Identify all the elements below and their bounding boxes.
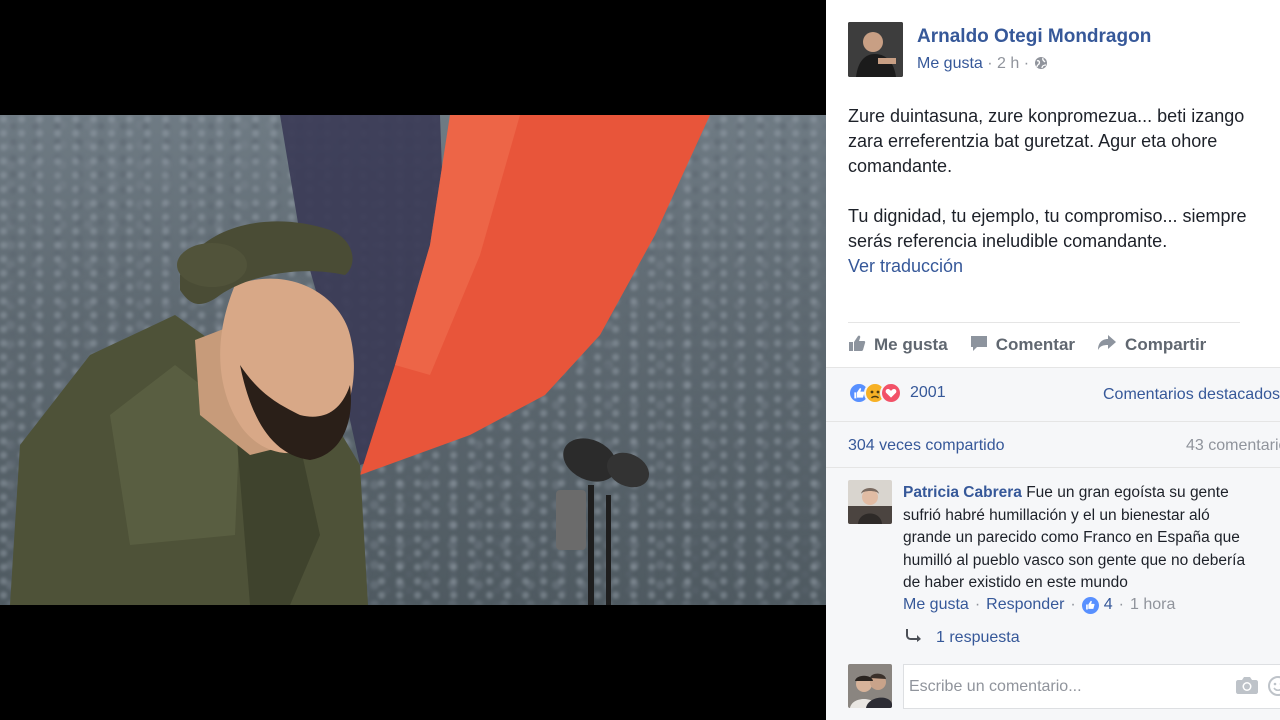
like-reaction-icon <box>1081 596 1099 614</box>
post-text-line: zara erreferentzia bat guretzat. Agur et… <box>848 131 1218 151</box>
comment-composer <box>848 664 1280 712</box>
reactions-summary[interactable]: 2001 <box>848 382 946 404</box>
comment-line: humilló al pueblo vasco son gente que no… <box>903 551 1246 569</box>
camera-icon[interactable] <box>1236 676 1258 699</box>
comment-line: grande un parecido como Franco en España… <box>903 529 1240 546</box>
reaction-count: 2001 <box>910 384 946 401</box>
divider <box>848 322 1240 323</box>
microphone-shape <box>556 438 650 605</box>
top-comments-dropdown[interactable]: Comentarios destacados <box>1103 386 1280 404</box>
comment-reply-link[interactable]: Responder <box>986 596 1064 614</box>
photo-viewer <box>0 0 826 720</box>
post-text-line: comandante. <box>848 156 953 176</box>
commenter-avatar[interactable] <box>848 480 892 524</box>
thumbs-up-icon <box>848 334 866 357</box>
post-text-line: serás referencia ineludible comandante. <box>848 231 1168 251</box>
like-button[interactable]: Me gusta <box>848 333 948 357</box>
post-text-line: Tu dignidad, tu ejemplo, tu compromiso..… <box>848 206 1247 226</box>
viewer-avatar <box>848 664 892 708</box>
globe-icon <box>1034 56 1048 75</box>
share-arrow-icon <box>1097 334 1117 357</box>
page-like-link[interactable]: Me gusta <box>917 55 983 72</box>
author-name[interactable]: Arnaldo Otegi Mondragon <box>917 26 1151 48</box>
comment-input[interactable] <box>903 664 1280 709</box>
post-panel: Arnaldo Otegi Mondragon Me gusta · 2 h ·… <box>826 0 1280 720</box>
see-translation-link[interactable]: Ver traducción <box>848 254 1280 279</box>
post-actions-bar: Me gusta Comentar Compartir <box>848 333 1206 357</box>
meta-separator-2: · <box>1019 55 1034 72</box>
comment-time[interactable]: 1 hora <box>1130 596 1175 614</box>
comment-like-link[interactable]: Me gusta <box>903 596 969 614</box>
post-meta: Me gusta · 2 h · <box>917 55 1048 75</box>
author-avatar[interactable] <box>848 22 903 77</box>
comment-line: Fue un gran egoísta su gente <box>1026 484 1229 501</box>
comment-likes[interactable]: 4 <box>1081 596 1113 614</box>
share-button-label: Compartir <box>1125 335 1207 354</box>
meta-separator: · <box>982 55 998 72</box>
comment-button-label: Comentar <box>995 335 1076 354</box>
emoji-icon[interactable] <box>1268 676 1280 701</box>
comment-meta: Me gusta · Responder · 4 · 1 hora <box>903 596 1176 614</box>
comments-count[interactable]: 43 comentarios <box>1186 437 1280 455</box>
love-reaction-icon <box>880 382 902 404</box>
divider <box>826 421 1280 422</box>
comment-button[interactable]: Comentar <box>970 333 1075 357</box>
view-replies-link[interactable]: 1 respuesta <box>906 628 1020 647</box>
post-text-line: Zure duintasuna, zure konpromezua... bet… <box>848 106 1245 126</box>
comment-line: sufrió habré humillación y el un bienest… <box>903 506 1210 524</box>
comment-line: de haber existido en este mundo <box>903 574 1128 591</box>
like-button-label: Me gusta <box>874 335 948 354</box>
comment-bubble-icon <box>970 334 988 357</box>
divider <box>826 467 1280 468</box>
reply-arrow-icon <box>906 628 922 647</box>
comment-text: Patricia Cabrera Fue un gran egoísta su … <box>903 482 1280 595</box>
replies-count: 1 respuesta <box>936 628 1020 646</box>
commenter-name[interactable]: Patricia Cabrera <box>903 484 1022 501</box>
post-photo[interactable] <box>0 115 826 605</box>
shares-count-link[interactable]: 304 veces compartido <box>848 437 1005 455</box>
comment-like-count: 4 <box>1103 596 1113 613</box>
post-time[interactable]: 2 h <box>997 55 1019 72</box>
post-body: Zure duintasuna, zure konpromezua... bet… <box>848 104 1280 279</box>
photo-illustration <box>10 115 710 605</box>
share-button[interactable]: Compartir <box>1097 333 1206 357</box>
